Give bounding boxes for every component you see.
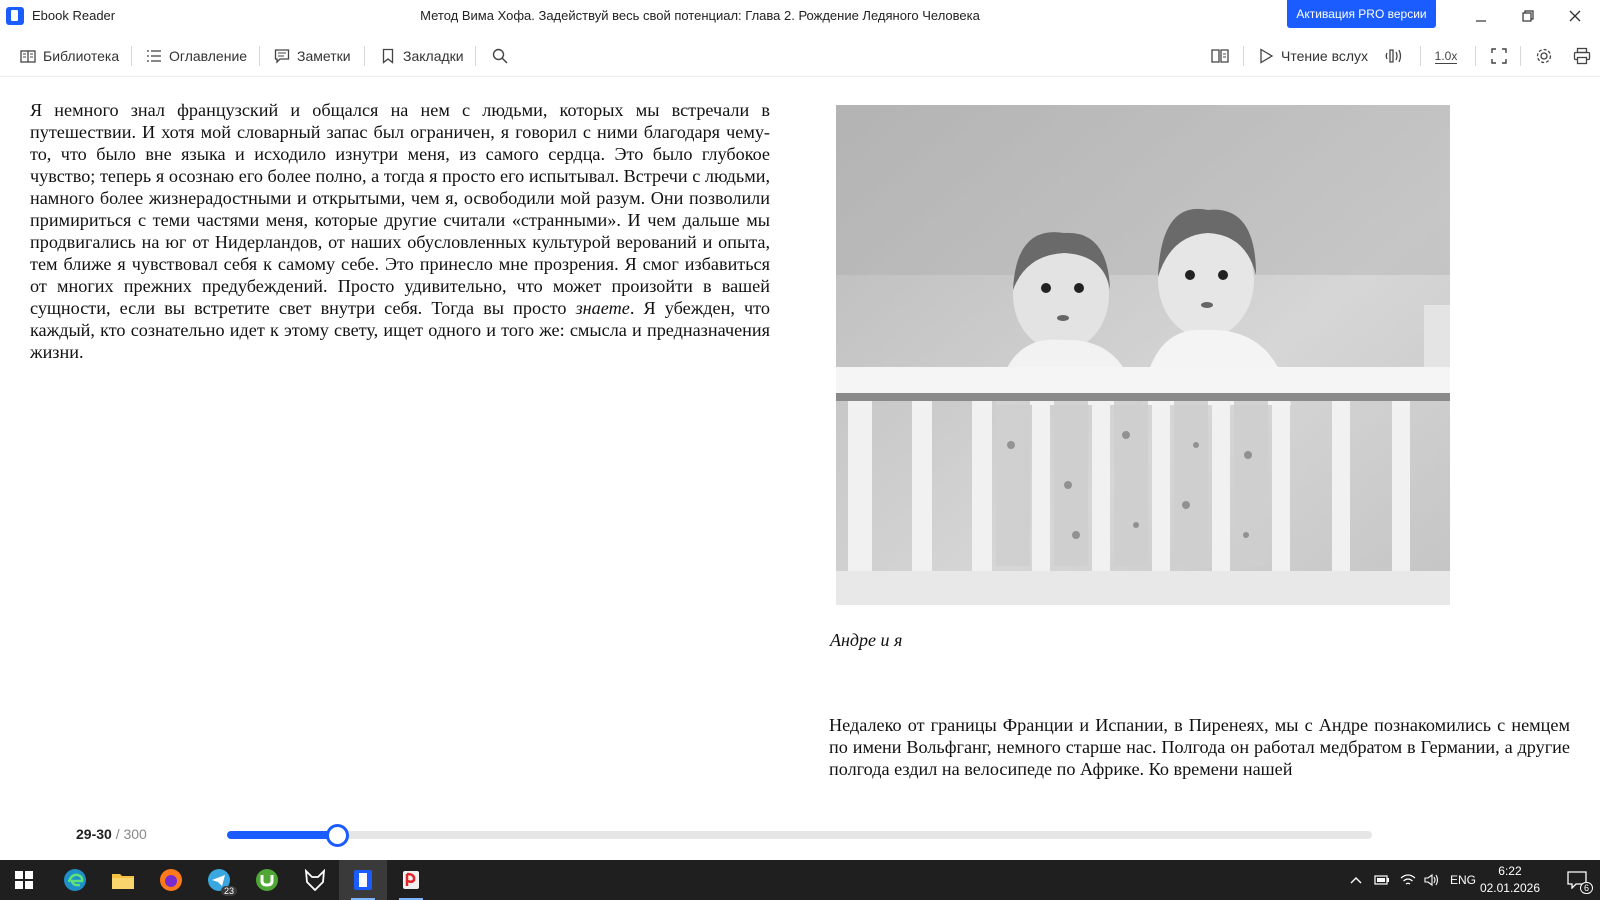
taskbar-app-fox[interactable] bbox=[291, 860, 339, 900]
bookmarks-button[interactable]: Закладки bbox=[380, 45, 464, 67]
emphasis-word: знаете bbox=[575, 298, 630, 318]
toolbar-divider bbox=[1475, 46, 1476, 66]
bookmark-icon bbox=[382, 48, 394, 64]
progress-fill bbox=[227, 831, 336, 839]
toolbar-divider bbox=[1520, 46, 1521, 66]
speed-label: 1.0x bbox=[1434, 48, 1458, 64]
list-icon bbox=[147, 50, 161, 62]
contents-button[interactable]: Оглавление bbox=[146, 45, 247, 67]
taskbar-file-explorer[interactable] bbox=[99, 860, 147, 900]
taskbar-edge[interactable] bbox=[51, 860, 99, 900]
title-bar: Ebook Reader Метод Вима Хофа. Задействуй… bbox=[0, 0, 1600, 32]
toolbar-divider bbox=[131, 46, 132, 66]
activate-pro-button[interactable]: Активация PRO версии bbox=[1287, 0, 1436, 28]
system-tray: ENG bbox=[1350, 860, 1476, 900]
restore-icon bbox=[1522, 10, 1534, 22]
bookmarks-label: Закладки bbox=[403, 48, 464, 64]
paragraph-part: Я немного знал французский и общался на … bbox=[30, 100, 770, 318]
taskbar-telegram[interactable]: 23 bbox=[195, 860, 243, 900]
page-separator: / bbox=[115, 826, 120, 842]
notes-button[interactable]: Заметки bbox=[274, 45, 351, 67]
close-button[interactable] bbox=[1552, 0, 1598, 32]
chevron-up-icon[interactable] bbox=[1350, 875, 1362, 885]
note-icon bbox=[274, 49, 290, 64]
book-photo-two-toddlers-in-crib bbox=[836, 105, 1450, 605]
clock-time: 6:22 bbox=[1498, 864, 1522, 878]
search-button[interactable] bbox=[489, 45, 511, 67]
toolbar-divider bbox=[475, 46, 476, 66]
document-title: Метод Вима Хофа. Задействуй весь свой по… bbox=[420, 8, 980, 23]
read-aloud-button[interactable]: Чтение вслух bbox=[1258, 45, 1368, 67]
speaker-wave-icon bbox=[1385, 49, 1402, 63]
progress-slider-handle[interactable] bbox=[325, 824, 349, 847]
telegram-unread-badge: 23 bbox=[220, 886, 237, 896]
gear-icon bbox=[1536, 48, 1552, 64]
library-button[interactable]: Библиотека bbox=[20, 45, 119, 67]
voice-button[interactable] bbox=[1384, 45, 1406, 67]
open-book-icon bbox=[1211, 49, 1229, 63]
folder-icon bbox=[112, 874, 134, 889]
library-label: Библиотека bbox=[43, 48, 120, 64]
start-button[interactable] bbox=[0, 860, 48, 900]
firefox-icon bbox=[160, 869, 182, 891]
toolbar-divider bbox=[364, 46, 365, 66]
printer-icon bbox=[1573, 47, 1591, 65]
ebook-reader-icon bbox=[354, 870, 372, 890]
page-layout-button[interactable] bbox=[1209, 45, 1231, 67]
read-aloud-label: Чтение вслух bbox=[1281, 48, 1369, 64]
photo-illustration bbox=[836, 105, 1450, 605]
speed-button[interactable]: 1.0x bbox=[1433, 45, 1459, 67]
photo-caption: Андре и я bbox=[830, 630, 903, 650]
print-button[interactable] bbox=[1571, 45, 1593, 67]
total-pages: 300 bbox=[123, 826, 147, 842]
taskbar-app-tools[interactable] bbox=[387, 860, 435, 900]
volume-icon[interactable] bbox=[1424, 873, 1440, 887]
minimize-button[interactable] bbox=[1458, 0, 1504, 32]
wifi-icon[interactable] bbox=[1400, 873, 1416, 887]
notification-count: 6 bbox=[1579, 882, 1593, 894]
library-icon bbox=[20, 50, 36, 63]
fox-mask-icon bbox=[304, 869, 326, 891]
fullscreen-button[interactable] bbox=[1488, 45, 1510, 67]
toolbar-divider bbox=[1420, 46, 1421, 66]
toolbar-divider bbox=[1243, 46, 1244, 66]
windows-taskbar: 23 ENG 6:22 02.01.2026 6 bbox=[0, 860, 1600, 900]
notification-center-button[interactable]: 6 bbox=[1553, 860, 1600, 900]
page-counter: 29-30 / 300 bbox=[76, 826, 147, 842]
input-language[interactable]: ENG bbox=[1450, 873, 1476, 887]
taskbar-firefox[interactable] bbox=[147, 860, 195, 900]
utorrent-icon bbox=[256, 869, 278, 891]
settings-button[interactable] bbox=[1533, 45, 1555, 67]
play-icon bbox=[1260, 48, 1274, 64]
taskbar-ebook-reader[interactable] bbox=[339, 860, 387, 900]
taskbar-clock[interactable]: 6:22 02.01.2026 bbox=[1480, 863, 1540, 897]
edge-browser-icon bbox=[64, 869, 86, 891]
tools-icon bbox=[403, 871, 419, 889]
close-icon bbox=[1569, 10, 1581, 22]
restore-button[interactable] bbox=[1505, 0, 1551, 32]
contents-label: Оглавление bbox=[169, 48, 248, 64]
windows-logo-icon bbox=[15, 871, 33, 889]
notes-label: Заметки bbox=[297, 48, 351, 64]
minimize-icon bbox=[1476, 20, 1486, 22]
fullscreen-icon bbox=[1491, 48, 1507, 64]
toolbar-divider bbox=[259, 46, 260, 66]
taskbar-utorrent[interactable] bbox=[243, 860, 291, 900]
right-page-text: Недалеко от границы Франции и Испании, в… bbox=[829, 715, 1570, 779]
current-pages: 29-30 bbox=[76, 826, 112, 842]
clock-date: 02.01.2026 bbox=[1479, 881, 1540, 895]
toolbar: Библиотека Оглавление Заметки Закладки Ч… bbox=[0, 36, 1600, 77]
search-icon bbox=[492, 48, 508, 64]
reading-progress-slider[interactable] bbox=[227, 824, 1372, 847]
left-page-text: Я немного знал французский и общался на … bbox=[30, 99, 770, 363]
battery-icon[interactable] bbox=[1374, 874, 1390, 886]
